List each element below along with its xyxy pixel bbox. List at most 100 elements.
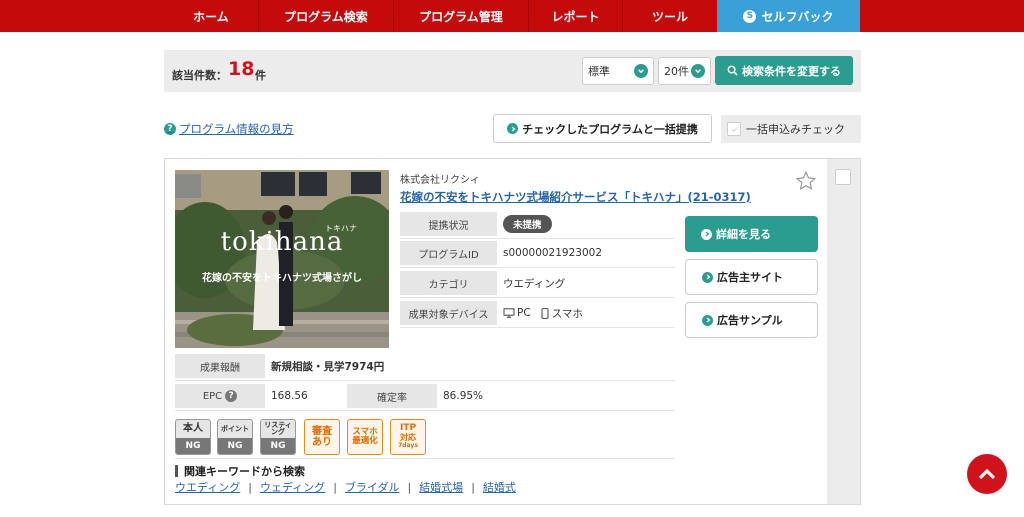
partnership-status-label: 提携状況 — [400, 212, 497, 236]
result-count: 18 — [228, 58, 255, 80]
divider — [400, 238, 675, 239]
reward-label: 成果報酬 — [175, 354, 265, 378]
badge-label: 本人 — [183, 423, 203, 434]
keyword-link[interactable]: ウエディング — [175, 479, 240, 495]
keyword-link[interactable]: 結婚式場 — [419, 479, 463, 495]
device-value: PC スマホ — [497, 306, 583, 321]
per-page-select[interactable]: 20件 — [658, 57, 711, 85]
badge-line1: 審査 — [312, 426, 332, 437]
keyword-separator: | — [248, 480, 252, 494]
program-image-caption: 花嫁の不安をトキハナツ式場さがし — [202, 273, 362, 284]
badge-label: ポイント — [221, 424, 249, 433]
badge-smartphone-optimized: スマホ 最適化 — [347, 419, 383, 455]
wedding-photo — [175, 170, 389, 348]
nav-item-program-search[interactable]: プログラム検索 — [258, 0, 393, 32]
arrow-right-icon — [702, 314, 713, 326]
badge-self-purchase-ng: 本人 NG — [175, 419, 211, 455]
category-label: カテゴリ — [400, 271, 497, 295]
search-icon — [727, 65, 738, 76]
card-select-column — [827, 159, 860, 504]
divider — [400, 297, 675, 298]
advertiser-site-label: 広告主サイト — [717, 271, 783, 284]
device-pc-label: PC — [517, 307, 531, 319]
help-icon: ? — [164, 123, 176, 135]
program-id-value: s00000021923002 — [503, 247, 602, 259]
epc-row: EPC ? 168.56 — [175, 383, 308, 409]
divider — [400, 327, 675, 328]
epc-value: 168.56 — [271, 390, 308, 402]
program-info-help-link[interactable]: ? プログラム情報の見方 — [164, 121, 294, 137]
badge-point-ng: ポイント NG — [217, 419, 253, 455]
partnership-status-row: 提携状況 未提携 — [400, 211, 552, 237]
confirm-rate-value: 86.95% — [443, 390, 484, 402]
keyword-link[interactable]: 結婚式 — [483, 479, 516, 495]
ad-sample-button[interactable]: 広告サンプル — [685, 302, 818, 338]
per-page-select-value: 20件 — [664, 65, 689, 78]
arrow-right-icon — [507, 123, 519, 134]
change-search-conditions-button[interactable]: 検索条件を変更する — [715, 56, 853, 85]
view-details-label: 詳細を見る — [716, 228, 771, 241]
arrow-right-icon — [702, 271, 713, 283]
pc-icon — [503, 308, 515, 318]
badge-value: NG — [218, 438, 252, 454]
reward-row: 成果報酬 新規相談・見学7974円 — [175, 353, 384, 379]
divider — [175, 458, 675, 459]
chevron-down-icon — [634, 64, 648, 78]
program-title-link[interactable]: 花嫁の不安をトキハナツ式場紹介サービス「トキハナ」(21-0317) — [400, 189, 751, 205]
favorite-star-icon[interactable] — [795, 170, 817, 192]
divider — [400, 267, 675, 268]
program-info-help-label: プログラム情報の見方 — [179, 122, 294, 136]
badge-itp-support: ITP 対応 7days — [390, 419, 426, 455]
confirm-rate-row: 確定率 86.95% — [347, 383, 483, 409]
keyword-link[interactable]: ウェディング — [260, 479, 325, 495]
nav-item-program-management[interactable]: プログラム管理 — [393, 0, 528, 32]
sort-select-value: 標準 — [588, 65, 610, 78]
keyword-separator: | — [333, 480, 337, 494]
change-search-conditions-label: 検索条件を変更する — [742, 64, 841, 78]
status-badge: 未提携 — [503, 215, 552, 233]
related-keywords-heading: 関連キーワードから検索 — [175, 465, 305, 478]
badge-line3: 7days — [398, 442, 418, 450]
related-keywords-list: ウエディング | ウェディング | ブライダル | 結婚式場 | 結婚式 — [175, 479, 516, 495]
nav-item-selfback[interactable]: S セルフバック — [717, 0, 860, 32]
program-select-checkbox[interactable] — [835, 169, 851, 185]
selfback-icon: S — [743, 9, 757, 23]
divider — [175, 410, 675, 411]
badge-line2: あり — [312, 437, 332, 448]
program-image[interactable] — [175, 170, 389, 348]
epc-label: EPC ? — [175, 384, 265, 408]
sort-select[interactable]: 標準 — [582, 57, 654, 85]
back-to-top-button[interactable] — [967, 454, 1007, 494]
chevron-down-icon — [691, 64, 705, 78]
bulk-partner-label: チェックしたプログラムと一括提携 — [522, 122, 698, 136]
smartphone-icon — [541, 307, 549, 319]
view-details-button[interactable]: 詳細を見る — [685, 216, 818, 252]
confirm-rate-label: 確定率 — [347, 384, 437, 408]
keyword-link[interactable]: ブライダル — [345, 479, 400, 495]
nav-item-home[interactable]: ホーム — [164, 0, 258, 32]
badge-review-required: 審査 あり — [304, 419, 340, 455]
arrow-right-icon — [701, 228, 712, 240]
device-row: 成果対象デバイス PC スマホ — [400, 300, 583, 326]
nav-item-tools[interactable]: ツール — [622, 0, 717, 32]
program-id-label: プログラムID — [400, 241, 497, 265]
bulk-apply-label: 一括申込みチェック — [746, 123, 845, 136]
search-summary-bar: 該当件数： 18 件 標準 20件 検索条件を変更する — [164, 50, 861, 92]
bulk-apply-checkbox[interactable] — [727, 122, 741, 136]
advertiser-site-button[interactable]: 広告主サイト — [685, 259, 818, 295]
bulk-partner-button[interactable]: チェックしたプログラムと一括提携 — [493, 114, 712, 143]
ad-sample-label: 広告サンプル — [717, 314, 783, 327]
keyword-separator: | — [407, 480, 412, 494]
badge-label-line2: ング — [271, 428, 285, 436]
bulk-apply-check[interactable]: 一括申込みチェック — [721, 115, 861, 143]
badge-value: NG — [261, 438, 295, 454]
nav-item-report[interactable]: レポート — [528, 0, 622, 32]
divider — [175, 380, 675, 381]
program-image-kana: トキハナ — [325, 224, 357, 233]
category-value: ウエディング — [503, 277, 566, 290]
result-count-unit: 件 — [255, 69, 266, 82]
badge-line2: 最適化 — [352, 436, 378, 446]
badge-value: NG — [176, 438, 210, 454]
badge-label: リスティ ング — [261, 420, 295, 438]
help-icon[interactable]: ? — [225, 390, 238, 402]
